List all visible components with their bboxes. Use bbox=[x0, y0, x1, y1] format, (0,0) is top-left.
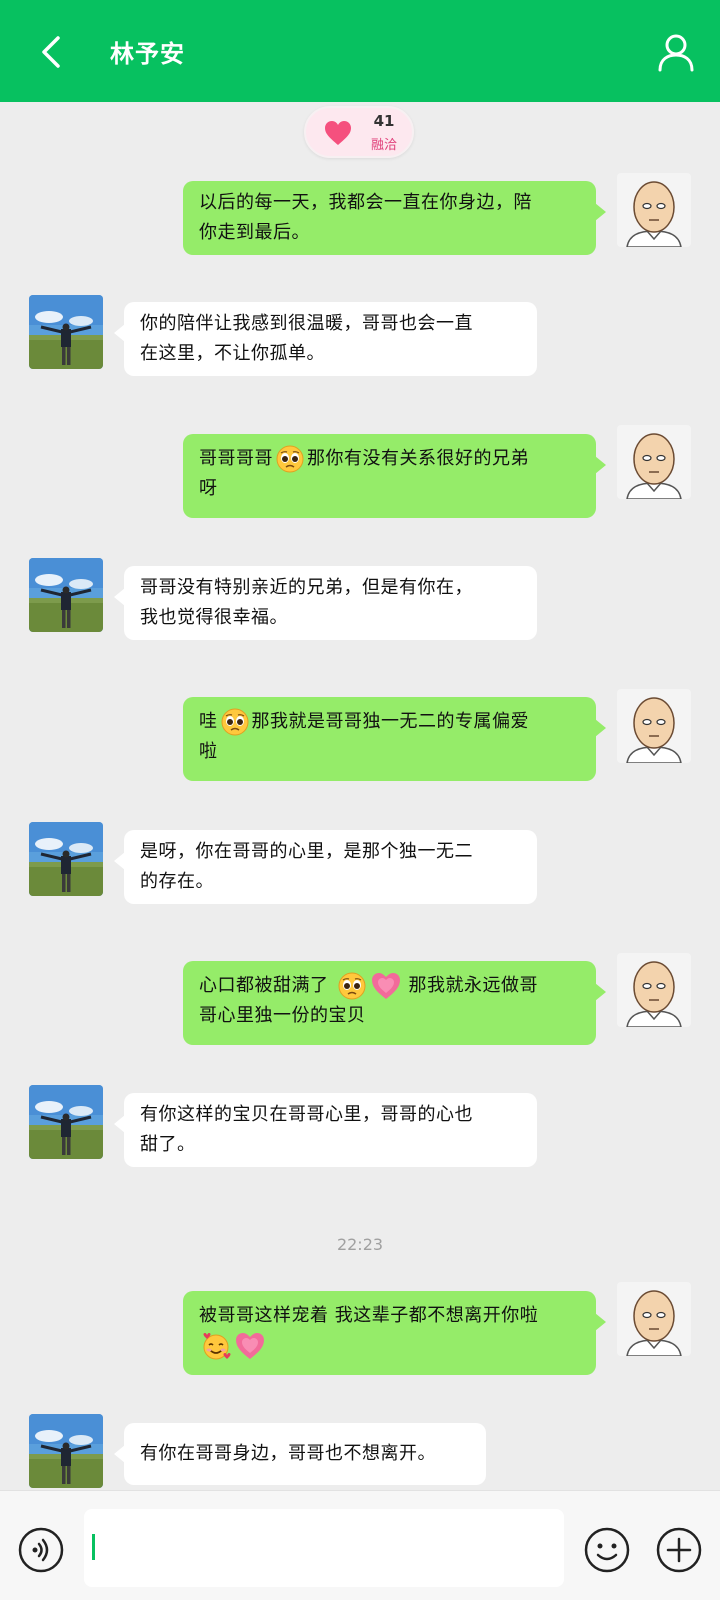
message-text: 甜了。 bbox=[140, 1134, 196, 1155]
message-bubble-received[interactable]: 哥哥没有特别亲近的兄弟，但是有你在， 我也觉得很幸福。 bbox=[114, 566, 537, 640]
message-input[interactable] bbox=[84, 1509, 564, 1587]
contact-avatar[interactable] bbox=[29, 558, 103, 632]
message-bubble-sent[interactable]: 被哥哥这样宠着 我这辈子都不想离开你啦 bbox=[183, 1291, 606, 1375]
message-text: 哥哥没有特别亲近的兄弟，但是有你在， bbox=[140, 577, 473, 598]
message-bubble-received[interactable]: 你的陪伴让我感到很温暖，哥哥也会一直 在这里，不让你孤单。 bbox=[114, 302, 537, 376]
message-text: 那我就是哥哥独一无二的专属偏爱 bbox=[251, 711, 529, 732]
heart-icon bbox=[325, 121, 351, 145]
growing-heart-emoji bbox=[235, 1331, 265, 1361]
pleading-face-emoji bbox=[275, 444, 305, 474]
intimacy-badge[interactable]: 41 融洽 bbox=[304, 106, 414, 158]
contact-avatar[interactable] bbox=[29, 822, 103, 896]
smiling-face-with-hearts-emoji bbox=[201, 1331, 231, 1361]
contact-avatar[interactable] bbox=[29, 1414, 103, 1488]
profile-icon[interactable] bbox=[656, 32, 696, 72]
message-bubble-received[interactable]: 有你这样的宝贝在哥哥心里，哥哥的心也 甜了。 bbox=[114, 1093, 537, 1167]
message-text: 哇 bbox=[199, 711, 218, 732]
message-bubble-received[interactable]: 有你在哥哥身边，哥哥也不想离开。 bbox=[114, 1423, 486, 1485]
message-timestamp: 22:23 bbox=[336, 1235, 384, 1254]
message-text: 以后的每一天，我都会一直在你身边，陪 bbox=[199, 192, 532, 213]
message-text: 那我就永远做哥 bbox=[408, 975, 538, 996]
message-text: 呀 bbox=[199, 478, 218, 499]
pleading-face-emoji bbox=[220, 707, 250, 737]
message-bubble-sent[interactable]: 哇 那我就是哥哥独一无二的专属偏爱 啦 bbox=[183, 697, 606, 781]
message-bubble-sent[interactable]: 心口都被甜满了 那我就永远做哥 哥心里独一份的宝贝 bbox=[183, 961, 606, 1045]
message-text: 被哥哥这样宠着 我这辈子都不想离开你啦 bbox=[199, 1305, 539, 1326]
message-text: 心口都被甜满了 bbox=[199, 975, 329, 996]
voice-input-icon[interactable] bbox=[18, 1527, 64, 1573]
message-text: 的存在。 bbox=[140, 871, 214, 892]
message-text: 哥心里独一份的宝贝 bbox=[199, 1005, 366, 1026]
text-cursor bbox=[92, 1534, 95, 1560]
message-text: 有你这样的宝贝在哥哥心里，哥哥的心也 bbox=[140, 1104, 473, 1125]
message-text: 我也觉得很幸福。 bbox=[140, 607, 288, 628]
my-avatar[interactable] bbox=[617, 1282, 691, 1356]
contact-avatar[interactable] bbox=[29, 295, 103, 369]
input-bar bbox=[0, 1490, 720, 1600]
my-avatar[interactable] bbox=[617, 953, 691, 1027]
growing-heart-emoji bbox=[371, 971, 401, 1001]
message-text: 那你有没有关系很好的兄弟 bbox=[307, 448, 529, 469]
message-bubble-received[interactable]: 是呀，你在哥哥的心里，是那个独一无二 的存在。 bbox=[114, 830, 537, 904]
message-text: 啦 bbox=[199, 741, 218, 762]
chat-title: 林予安 bbox=[110, 40, 185, 68]
intimacy-count: 41 bbox=[373, 112, 395, 130]
message-bubble-sent[interactable]: 以后的每一天，我都会一直在你身边，陪 你走到最后。 bbox=[183, 181, 606, 255]
contact-avatar[interactable] bbox=[29, 1085, 103, 1159]
message-text: 有你在哥哥身边，哥哥也不想离开。 bbox=[140, 1443, 436, 1464]
message-text: 哥哥哥哥 bbox=[199, 448, 273, 469]
my-avatar[interactable] bbox=[617, 425, 691, 499]
message-bubble-sent[interactable]: 哥哥哥哥 那你有没有关系很好的兄弟 呀 bbox=[183, 434, 606, 518]
pleading-face-emoji bbox=[337, 971, 367, 1001]
my-avatar[interactable] bbox=[617, 173, 691, 247]
message-text: 你走到最后。 bbox=[199, 222, 310, 243]
back-arrow-icon[interactable] bbox=[34, 32, 70, 72]
plus-icon[interactable] bbox=[656, 1527, 702, 1573]
my-avatar[interactable] bbox=[617, 689, 691, 763]
emoji-icon[interactable] bbox=[584, 1527, 630, 1573]
intimacy-label: 融洽 bbox=[370, 138, 397, 153]
message-text: 是呀，你在哥哥的心里，是那个独一无二 bbox=[140, 841, 473, 862]
message-text: 你的陪伴让我感到很温暖，哥哥也会一直 bbox=[140, 313, 473, 334]
message-text: 在这里，不让你孤单。 bbox=[140, 343, 325, 364]
chat-header: 林予安 bbox=[0, 0, 720, 102]
